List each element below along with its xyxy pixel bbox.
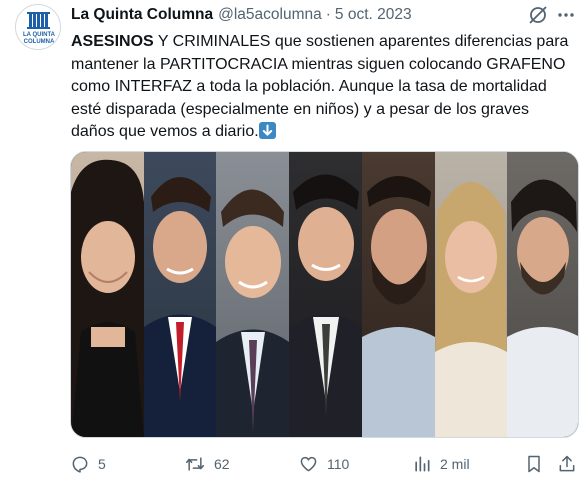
reply-count: 5 — [98, 456, 106, 472]
tweet-header: La Quinta Columna @la5acolumna · 5 oct. … — [71, 5, 412, 25]
photo-panel-5 — [362, 152, 435, 437]
like-count: 110 — [327, 456, 350, 472]
views-button[interactable]: 2 mil — [412, 451, 470, 477]
like-button[interactable]: 110 — [298, 451, 349, 477]
display-name[interactable]: La Quinta Columna — [71, 6, 213, 24]
separator-dot: · — [325, 6, 331, 23]
bookmark-button[interactable] — [525, 451, 543, 477]
tweet-text: ASESINOS Y CRIMINALES que sostienen apar… — [71, 31, 576, 144]
retweet-icon — [185, 457, 205, 471]
photo-panel-4 — [289, 152, 362, 437]
down-arrow-emoji-icon — [258, 122, 276, 140]
reply-button[interactable]: 5 — [70, 451, 106, 477]
retweet-button[interactable]: 62 — [184, 451, 230, 477]
heart-icon — [300, 456, 317, 472]
grok-icon[interactable] — [527, 4, 549, 26]
bookmark-icon — [528, 455, 540, 473]
photo-panel-7 — [507, 152, 578, 437]
avatar-logo: LA QUINTA COLUMNA — [16, 5, 60, 49]
politicians-photo — [71, 152, 578, 437]
avatar[interactable]: LA QUINTA COLUMNA — [15, 4, 61, 50]
share-icon — [559, 455, 575, 472]
photo-panel-3 — [216, 152, 289, 437]
views-icon — [415, 456, 430, 472]
tweet-text-bold: ASESINOS — [71, 33, 154, 50]
tweet-media-image[interactable] — [70, 151, 579, 438]
tweet[interactable]: LA QUINTA COLUMNA La Quinta Columna @la5… — [0, 0, 584, 494]
action-bar: 5 62 110 2 mil — [70, 451, 580, 477]
tweet-date[interactable]: 5 oct. 2023 — [335, 6, 412, 24]
avatar-logo-line1: LA QUINTA — [23, 32, 56, 38]
photo-panel-1 — [71, 152, 144, 437]
photo-panel-2 — [144, 152, 216, 437]
views-count: 2 mil — [440, 456, 470, 472]
share-button[interactable] — [557, 451, 577, 477]
retweet-count: 62 — [214, 456, 230, 472]
avatar-logo-line2: COLUMNA — [24, 39, 55, 45]
handle[interactable]: @la5acolumna — [218, 6, 322, 24]
more-icon[interactable] — [555, 4, 577, 26]
reply-icon — [72, 456, 88, 473]
photo-panel-6 — [435, 152, 507, 437]
